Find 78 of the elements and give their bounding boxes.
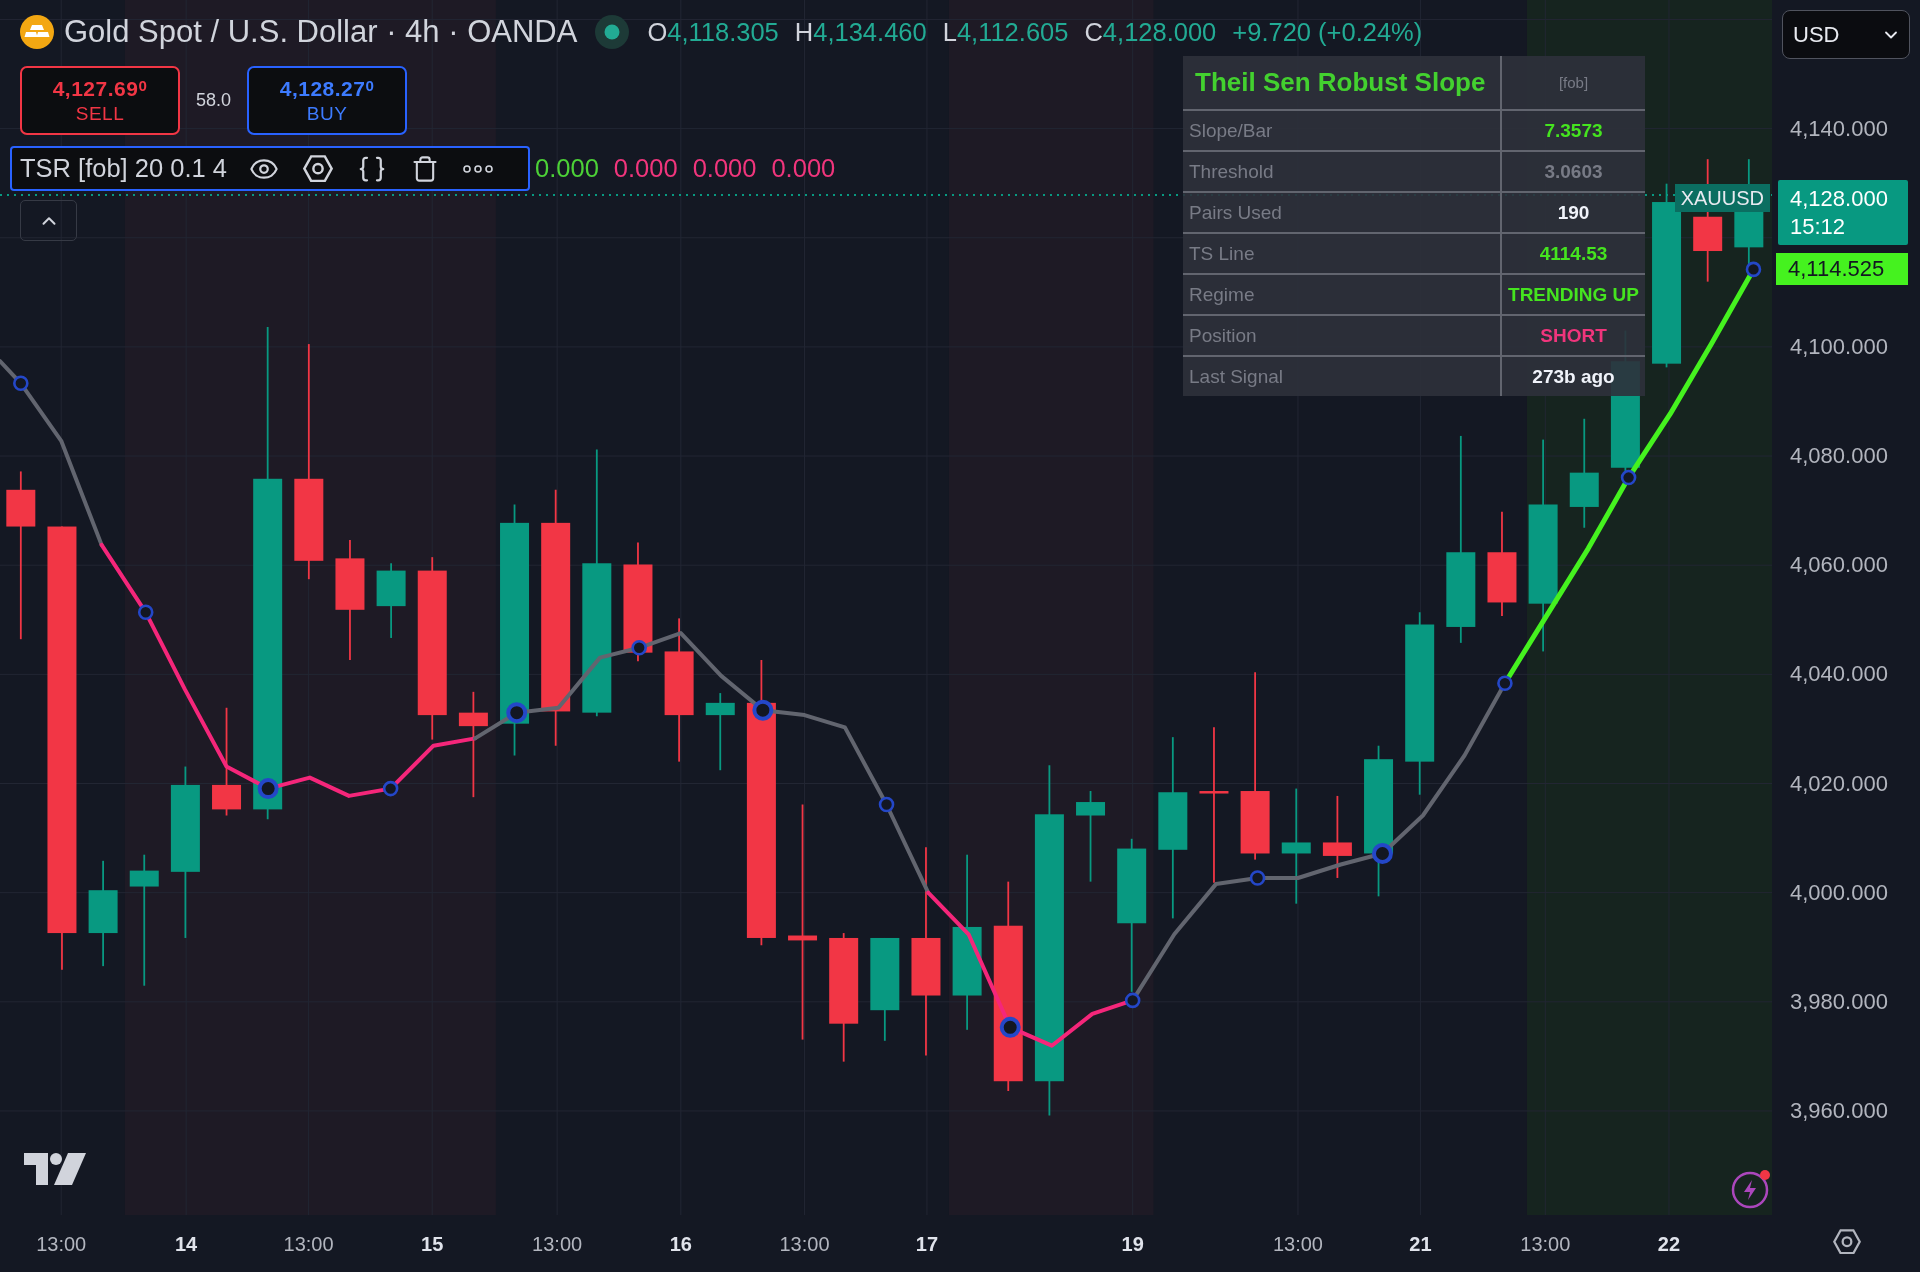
indicator-value: 0.000 xyxy=(535,154,599,183)
price-label: 4,100.000 xyxy=(1790,333,1888,360)
lightning-icon[interactable] xyxy=(1731,1169,1772,1209)
price-label: 4,040.000 xyxy=(1790,661,1888,688)
settings-icon[interactable] xyxy=(302,154,333,183)
ingot-logo-icon xyxy=(20,15,54,49)
table-cell: 273b ago xyxy=(1500,355,1645,396)
table-cell: Position xyxy=(1183,314,1500,355)
table-cell: Pairs Used xyxy=(1183,191,1500,232)
ring-marker-icon xyxy=(631,639,647,656)
countdown-timer: 15:12 xyxy=(1790,212,1847,241)
date-label: 22 xyxy=(1657,1232,1681,1255)
table-cell: Regime xyxy=(1183,273,1500,314)
ring-marker-icon xyxy=(257,778,279,800)
table-cell: Threshold xyxy=(1183,150,1500,191)
ring-marker-icon xyxy=(506,702,528,724)
symbol-title: Gold Spot / U.S. Dollar · 4h · OANDA xyxy=(64,14,578,50)
ring-marker-icon xyxy=(1620,469,1637,486)
table-cell: 4114.53 xyxy=(1500,232,1645,273)
price-change: +9.720 (+0.24%) xyxy=(1232,17,1423,47)
price-label: 3,960.000 xyxy=(1790,1097,1888,1124)
table-cell: Last Signal xyxy=(1183,355,1500,396)
price-label: 4,080.000 xyxy=(1790,443,1888,470)
date-label: 21 xyxy=(1409,1232,1432,1255)
ring-marker-icon xyxy=(1249,870,1266,886)
time-label: 13:00 xyxy=(779,1232,830,1255)
date-label: 17 xyxy=(915,1232,939,1255)
ring-marker-icon xyxy=(137,604,154,621)
date-label: 14 xyxy=(175,1232,198,1255)
table-cell: 3.0603 xyxy=(1500,150,1645,191)
sell-button[interactable]: 4,127.69$^{0}$ SELL xyxy=(20,66,180,135)
ring-marker-icon xyxy=(752,699,774,721)
price-label: 4,000.000 xyxy=(1790,879,1888,906)
table-cell: 7.3573 xyxy=(1500,109,1645,150)
table-cell: [fob] xyxy=(1500,56,1645,109)
ring-marker-icon xyxy=(1497,675,1513,692)
settings-icon[interactable] xyxy=(1833,1229,1861,1255)
currency-dropdown[interactable]: USD xyxy=(1782,10,1910,59)
ring-marker-icon xyxy=(1371,843,1393,864)
symbol-tag: XAUUSD xyxy=(1674,184,1770,212)
indicator-value: 0.000 xyxy=(771,154,836,183)
table-cell: TS Line xyxy=(1183,232,1500,273)
table-cell: SHORT xyxy=(1500,314,1645,355)
spread-value: 58.0 xyxy=(196,90,232,111)
time-label: 13:00 xyxy=(36,1232,87,1255)
ohlc-value: O4,118.305 xyxy=(647,17,779,47)
buy-button[interactable]: 4,128.27$^{0}$ BUY xyxy=(247,66,408,135)
ring-marker-icon xyxy=(999,1016,1021,1038)
price-label: 4,140.000 xyxy=(1790,115,1888,142)
price-label: 4,060.000 xyxy=(1790,552,1888,579)
ring-marker-icon xyxy=(878,796,895,813)
date-label: 19 xyxy=(1121,1232,1144,1255)
time-label: 13:00 xyxy=(1272,1232,1323,1255)
more-icon[interactable] xyxy=(462,164,493,173)
price-value: 4,128.000 xyxy=(1790,184,1889,213)
ts-line-price-tag: 4,114.525 xyxy=(1776,253,1908,285)
indicator-value: 0.000 xyxy=(613,154,678,183)
indicator-name: TSR [fob] 20 0.1 4 xyxy=(20,154,227,183)
ring-marker-icon xyxy=(1124,992,1141,1009)
table-title: Theil Sen Robust Slope xyxy=(1194,66,1487,99)
ring-marker-icon xyxy=(13,375,29,392)
ohlc-value: C4,128.000 xyxy=(1084,17,1217,47)
logo-icon[interactable] xyxy=(24,1153,86,1185)
table-cell: Slope/Bar xyxy=(1183,109,1500,150)
table-cell: 190 xyxy=(1500,191,1645,232)
date-label: 15 xyxy=(421,1232,444,1255)
ring-marker-icon xyxy=(1745,261,1762,278)
date-label: 16 xyxy=(669,1232,692,1255)
table-cell: TRENDING UP xyxy=(1500,273,1645,314)
ring-marker-icon xyxy=(382,780,399,797)
time-label: 13:00 xyxy=(283,1232,334,1255)
ohlc-value: L4,112.605 xyxy=(942,17,1069,47)
ohlc-value: H4,134.460 xyxy=(794,17,927,47)
price-label: 3,980.000 xyxy=(1790,988,1888,1015)
time-label: 13:00 xyxy=(1520,1232,1571,1255)
price-label: 4,020.000 xyxy=(1790,770,1888,797)
indicator-value: 0.000 xyxy=(692,154,757,183)
time-label: 13:00 xyxy=(532,1232,583,1255)
